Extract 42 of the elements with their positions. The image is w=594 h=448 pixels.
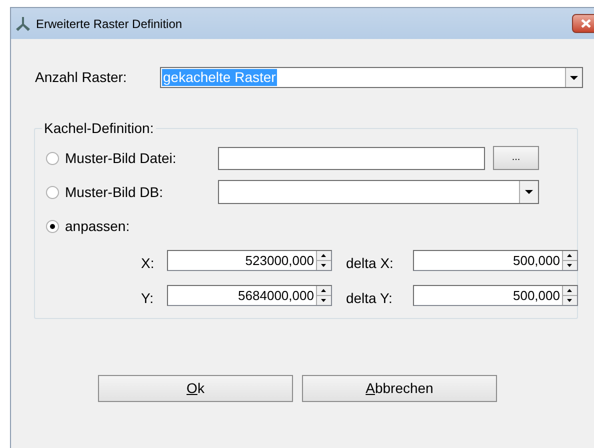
spin-field[interactable]: 5684000,000: [166, 285, 332, 306]
selected-value: gekachelte Raster: [162, 69, 277, 86]
up-arrow-icon: [321, 289, 326, 292]
field-label: Anzahl Raster:: [35, 68, 128, 87]
radio-label: Muster-Bild DB:: [65, 182, 164, 202]
spin-field[interactable]: 500,000: [412, 250, 578, 271]
close-button[interactable]: [572, 14, 594, 33]
spin-field[interactable]: 500,000: [412, 285, 578, 306]
radio-button[interactable]: [46, 186, 59, 198]
dropdown-arrow-icon: [570, 76, 578, 80]
dialog-button[interactable]: Ok: [98, 375, 293, 402]
radio-label: anpassen:: [65, 216, 131, 236]
radio-label: Muster-Bild Datei:: [65, 148, 178, 168]
delta-label: delta X:: [346, 254, 394, 273]
spin-buttons[interactable]: [316, 286, 331, 305]
spin-field[interactable]: 523000,000: [166, 250, 332, 271]
close-icon: [581, 19, 591, 28]
delta-label: delta Y:: [346, 289, 394, 308]
dropdown-button[interactable]: [565, 68, 582, 87]
dropdown-arrow-icon: [525, 190, 533, 194]
app-icon: [15, 16, 31, 32]
dropdown-button[interactable]: [519, 181, 538, 203]
up-arrow-icon: [321, 254, 326, 257]
dialog-button[interactable]: Abbrechen: [302, 375, 497, 402]
file-path-field[interactable]: [218, 146, 485, 170]
up-arrow-icon: [567, 289, 572, 292]
up-arrow-icon: [567, 254, 572, 257]
window-title: Erweiterte Raster Definition: [36, 16, 184, 32]
coordinate-label: Y:: [141, 289, 154, 308]
spin-buttons[interactable]: [562, 251, 577, 270]
dropdown-field[interactable]: [218, 180, 539, 204]
down-arrow-icon: [321, 299, 326, 302]
down-arrow-icon: [321, 264, 326, 267]
radio-button[interactable]: [46, 152, 59, 164]
radio-button[interactable]: [46, 220, 59, 232]
coordinate-label: X:: [141, 254, 156, 273]
spin-buttons[interactable]: [316, 251, 331, 270]
down-arrow-icon: [567, 299, 572, 302]
browse-button[interactable]: ...: [493, 146, 539, 170]
group-title: Kachel-Definition:: [42, 120, 156, 136]
down-arrow-icon: [567, 264, 572, 267]
spin-buttons[interactable]: [562, 286, 577, 305]
